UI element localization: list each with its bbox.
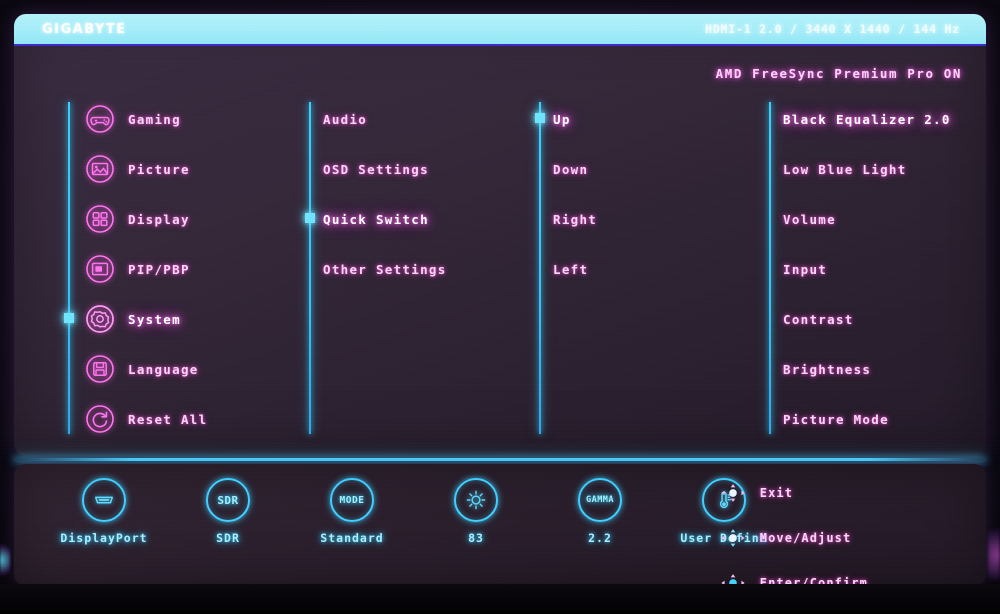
- menu-item-label: Other Settings: [323, 261, 447, 277]
- status-item-brightness[interactable]: 83: [434, 478, 518, 545]
- pip-icon: [84, 253, 116, 285]
- sdr-badge-text: SDR: [217, 493, 239, 507]
- menu-item-label: Low Blue Light: [783, 161, 907, 177]
- status-item-label: 83: [468, 531, 484, 545]
- menu-item-label: Audio: [323, 111, 368, 127]
- menu-item-quick-switch[interactable]: Quick Switch: [323, 204, 429, 234]
- status-item-label: DisplayPort: [60, 531, 148, 545]
- menu-item-label: Picture Mode: [783, 411, 889, 427]
- status-item-label: 2.2: [588, 531, 612, 545]
- osd-main-panel: GIGABYTE HDMI-1 2.0 / 3440 X 1440 / 144 …: [14, 14, 986, 456]
- gear-icon: [84, 303, 116, 335]
- column-rail: [309, 102, 311, 434]
- menu-item-label: Contrast: [783, 311, 854, 327]
- sidebar-item-label: Language: [128, 361, 199, 377]
- menu-item-osd-settings[interactable]: OSD Settings: [323, 154, 429, 184]
- sidebar-item-label: System: [128, 311, 181, 327]
- menu-item-black-equalizer[interactable]: Black Equalizer 2.0: [783, 104, 951, 134]
- bezel-glow-right: [988, 520, 1000, 590]
- selection-marker-direction: [535, 113, 545, 123]
- status-item-list: DisplayPort SDR SDR MODE Standard 83 GAM…: [60, 478, 767, 545]
- menu-item-label: Input: [783, 261, 828, 277]
- menu-item-right[interactable]: Right: [553, 204, 597, 234]
- menu-item-label: Up: [553, 111, 571, 127]
- status-item-label: Standard: [320, 531, 384, 545]
- osd-titlebar: GIGABYTE HDMI-1 2.0 / 3440 X 1440 / 144 …: [14, 14, 986, 46]
- reset-icon: [84, 403, 116, 435]
- signal-info: HDMI-1 2.0 / 3440 X 1440 / 144 Hz: [705, 22, 960, 36]
- sidebar-item-gaming[interactable]: Gaming: [84, 104, 181, 134]
- joystick-icon: [720, 482, 746, 504]
- menu-item-contrast[interactable]: Contrast: [783, 304, 854, 334]
- sidebar-item-display[interactable]: Display: [84, 204, 190, 234]
- menu-item-down[interactable]: Down: [553, 154, 588, 184]
- status-item-input-source[interactable]: DisplayPort: [60, 478, 148, 545]
- sidebar-item-reset-all[interactable]: Reset All: [84, 404, 207, 434]
- nav-hint-exit[interactable]: Exit: [720, 482, 868, 504]
- monitor-screen: GIGABYTE HDMI-1 2.0 / 3440 X 1440 / 144 …: [0, 0, 1000, 614]
- sidebar-item-pip-pbp[interactable]: PIP/PBP: [84, 254, 190, 284]
- menu-item-brightness[interactable]: Brightness: [783, 354, 871, 384]
- image-icon: [84, 153, 116, 185]
- sidebar-item-language[interactable]: Language: [84, 354, 199, 384]
- column-rail: [68, 102, 70, 434]
- menu-item-up[interactable]: Up: [553, 104, 571, 134]
- status-item-hdr-mode[interactable]: SDR SDR: [186, 478, 270, 545]
- mode-badge-icon: MODE: [330, 478, 374, 522]
- joystick-icon: [720, 527, 746, 549]
- menu-item-label: Volume: [783, 211, 836, 227]
- grid-icon: [84, 203, 116, 235]
- sidebar-item-label: Gaming: [128, 111, 181, 127]
- sidebar-item-system[interactable]: System: [84, 304, 181, 334]
- status-item-gamma[interactable]: GAMMA 2.2: [558, 478, 642, 545]
- nav-hint-label: Exit: [759, 486, 794, 500]
- mode-badge-text: MODE: [339, 494, 365, 506]
- nav-hint-list: Exit Move/Adjust Enter/Confirm: [720, 482, 868, 586]
- gamma-badge-text: GAMMA: [585, 495, 615, 505]
- sidebar-item-label: Picture: [128, 161, 190, 177]
- menu-item-label: Quick Switch: [323, 211, 429, 227]
- displayport-icon: [82, 478, 126, 522]
- menu-item-label: Brightness: [783, 361, 872, 377]
- menu-item-input[interactable]: Input: [783, 254, 827, 284]
- menu-item-label: Black Equalizer 2.0: [783, 111, 951, 127]
- column-rail: [769, 102, 771, 434]
- osd-columns: Gaming Picture Display PIP/PBP System La…: [14, 46, 986, 456]
- save-disk-icon: [84, 353, 116, 385]
- bezel-glow-left: [0, 540, 10, 580]
- gamepad-icon: [84, 103, 116, 135]
- menu-item-label: OSD Settings: [323, 161, 429, 177]
- menu-item-label: Right: [553, 211, 598, 227]
- sidebar-item-picture[interactable]: Picture: [84, 154, 190, 184]
- sidebar-item-label: PIP/PBP: [128, 261, 190, 277]
- sdr-badge-icon: SDR: [206, 478, 250, 522]
- nav-hint-move-adjust[interactable]: Move/Adjust: [720, 527, 868, 549]
- menu-item-other-settings[interactable]: Other Settings: [323, 254, 447, 284]
- brightness-sun-icon: [454, 478, 498, 522]
- gigabyte-logo: GIGABYTE: [42, 21, 127, 37]
- sidebar-item-label: Reset All: [128, 411, 208, 427]
- nav-hint-label: Move/Adjust: [759, 531, 852, 545]
- gamma-badge-icon: GAMMA: [578, 478, 622, 522]
- menu-item-left[interactable]: Left: [553, 254, 588, 284]
- menu-item-low-blue-light[interactable]: Low Blue Light: [783, 154, 907, 184]
- menu-item-label: Down: [553, 161, 589, 177]
- sidebar-item-label: Display: [128, 211, 190, 227]
- panel-divider: [14, 458, 986, 461]
- column-rail: [539, 102, 541, 434]
- selection-marker-system: [305, 213, 315, 223]
- menu-item-label: Left: [553, 261, 589, 277]
- menu-item-picture-mode[interactable]: Picture Mode: [783, 404, 889, 434]
- menu-item-volume[interactable]: Volume: [783, 204, 836, 234]
- menu-item-audio[interactable]: Audio: [323, 104, 367, 134]
- status-item-picture-mode[interactable]: MODE Standard: [310, 478, 394, 545]
- status-item-label: SDR: [216, 531, 240, 545]
- monitor-bezel: [0, 584, 1000, 614]
- selection-marker-main: [64, 313, 74, 323]
- osd-status-panel: DisplayPort SDR SDR MODE Standard 83 GAM…: [14, 464, 986, 586]
